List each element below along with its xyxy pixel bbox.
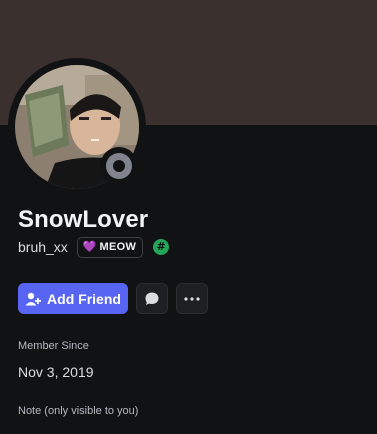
hashtag-badge-icon[interactable]: #	[153, 239, 170, 255]
profile-actions: Add Friend	[18, 283, 208, 314]
guild-tag-text: MEOW	[99, 241, 137, 253]
more-dots-icon	[184, 296, 200, 301]
username-row: bruh_xx 💜 MEOW #	[18, 236, 170, 258]
speech-bubble-icon	[145, 292, 159, 305]
add-friend-label: Add Friend	[47, 290, 121, 307]
display-name: SnowLover	[18, 206, 149, 233]
member-since-value: Nov 3, 2019	[18, 364, 94, 380]
guild-tag[interactable]: 💜 MEOW	[76, 236, 144, 258]
message-button[interactable]	[136, 283, 168, 314]
add-friend-button[interactable]: Add Friend	[18, 283, 128, 314]
heart-icon: 💜	[82, 240, 97, 253]
offline-status-icon	[106, 153, 132, 179]
member-since-label: Member Since	[18, 340, 89, 352]
username[interactable]: bruh_xx	[18, 239, 68, 255]
note-label[interactable]: Note (only visible to you)	[18, 405, 138, 417]
add-user-icon	[25, 292, 42, 305]
more-button[interactable]	[176, 283, 208, 314]
